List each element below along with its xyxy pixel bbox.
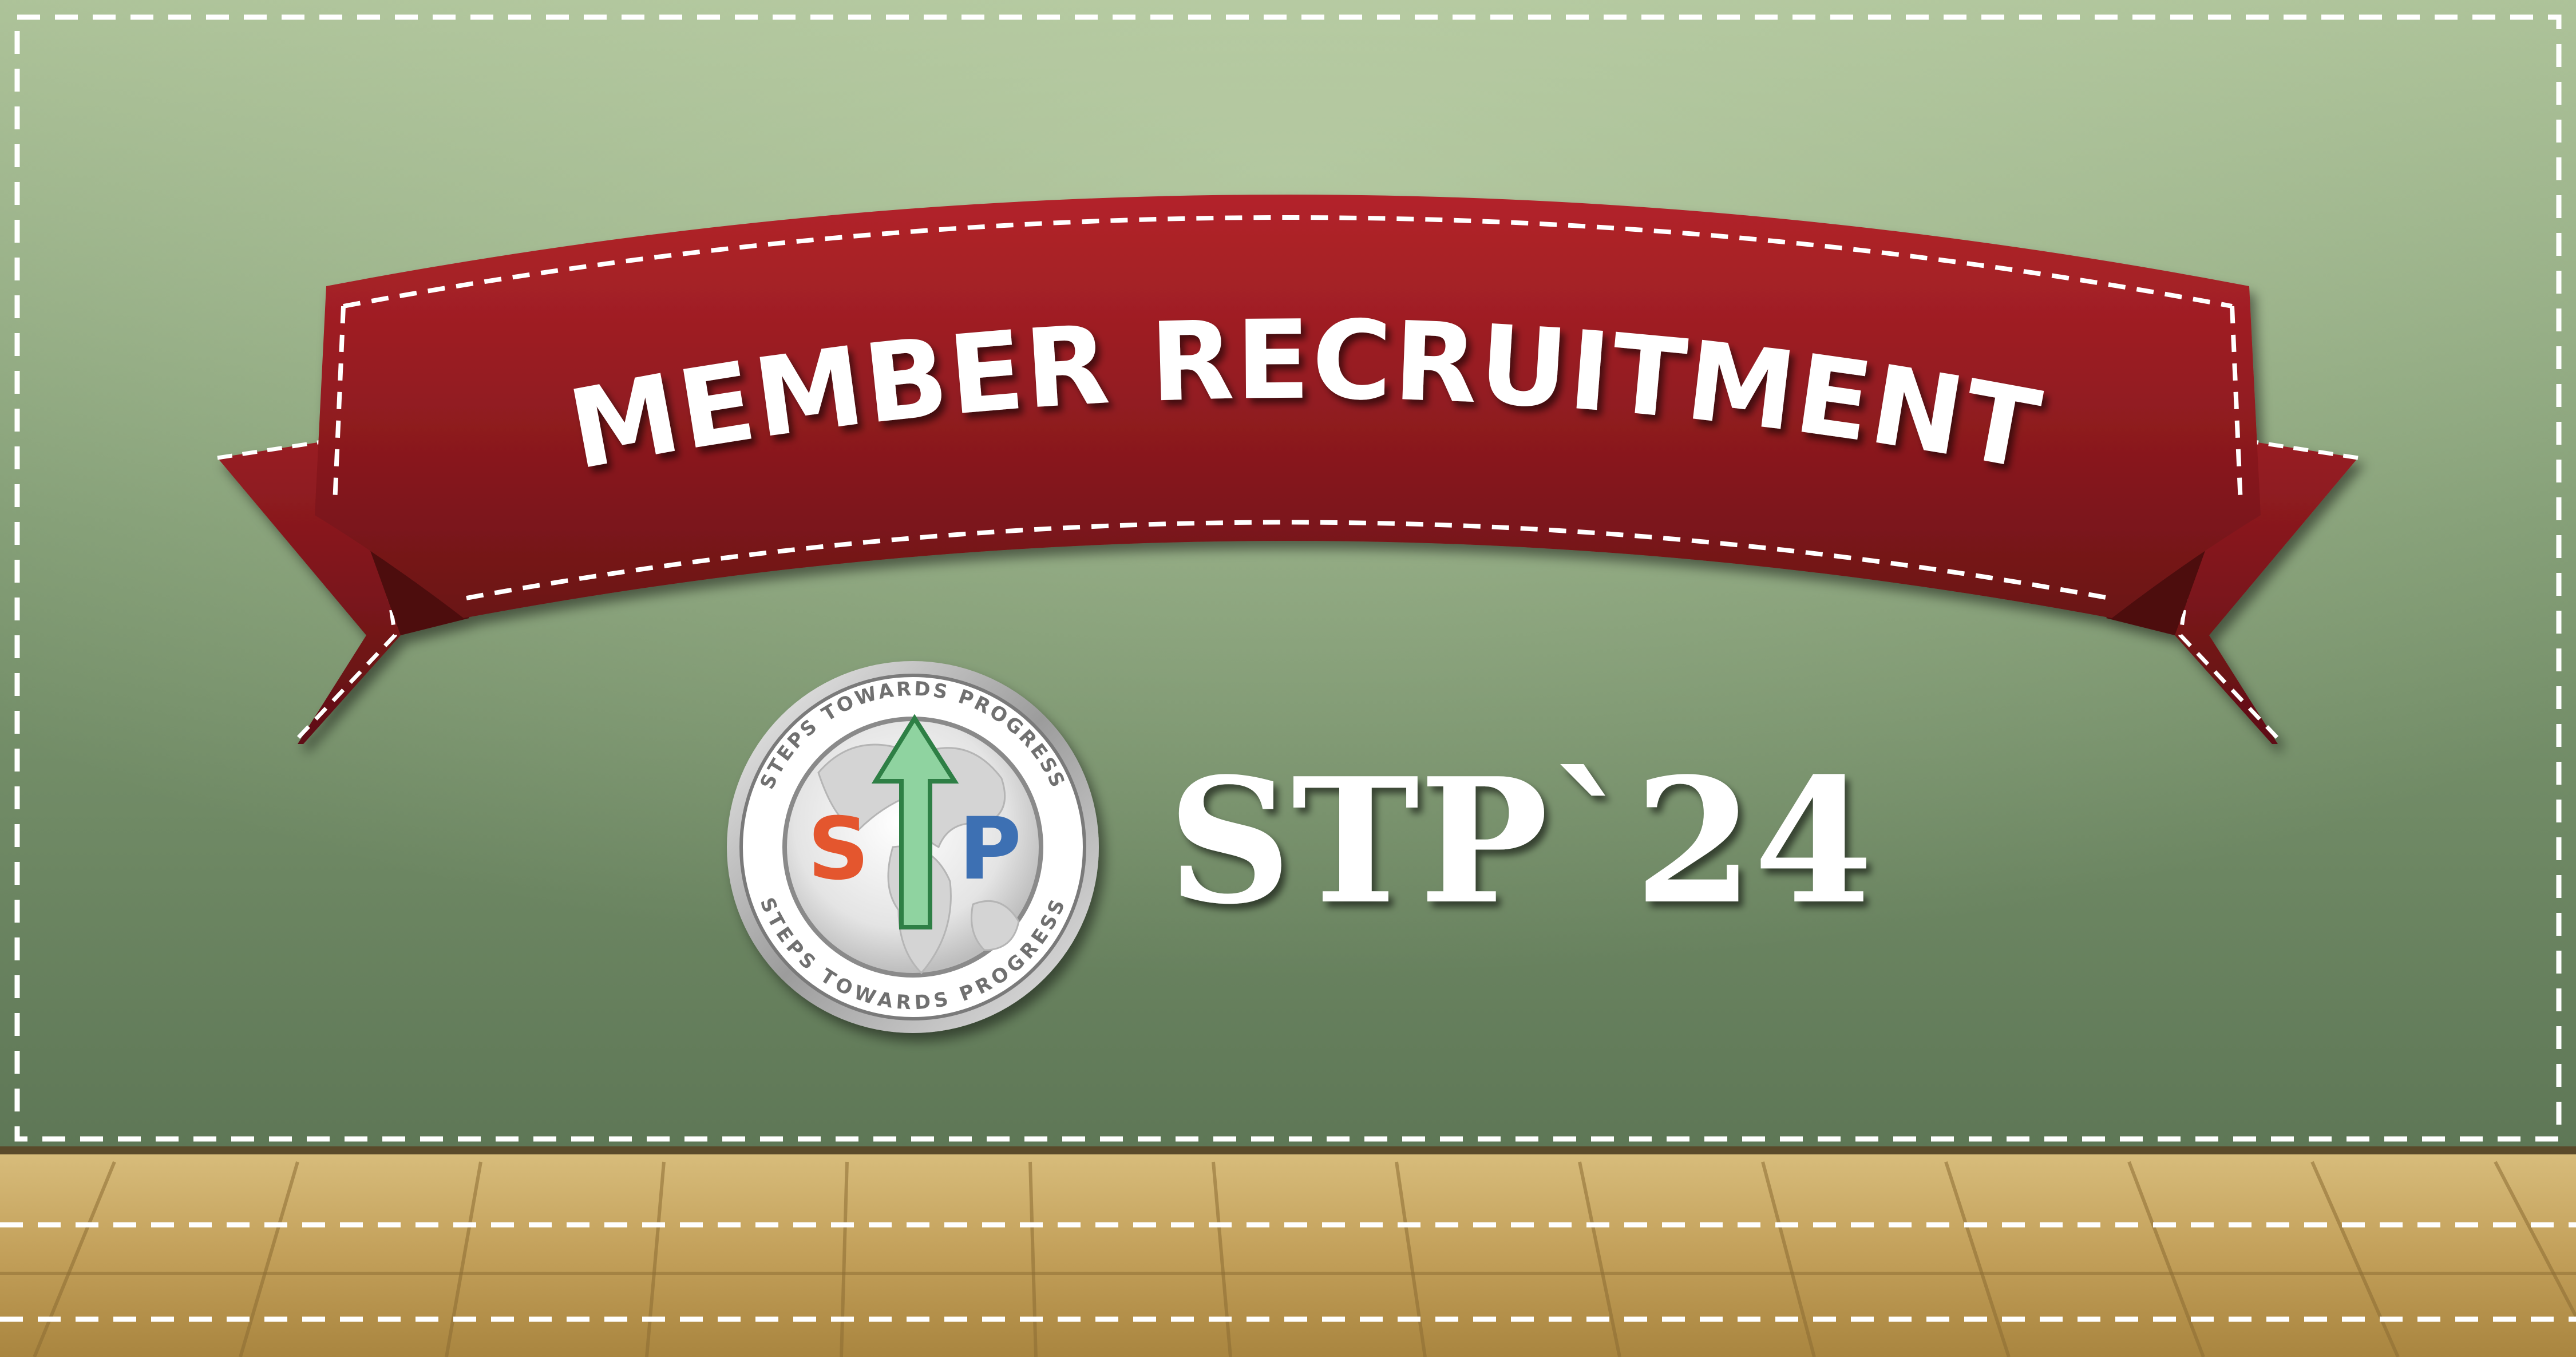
wooden-floor [0, 1146, 2576, 1357]
logo-letter-s: S [808, 800, 869, 899]
poster-artwork: MEMBER RECRUITMENT STEPS TOWARDS PROGRES… [0, 0, 2576, 1357]
logo-letter-p: P [959, 800, 1022, 899]
stp-logo: STEPS TOWARDS PROGRESS STEPS TOWARDS PRO… [727, 661, 1099, 1033]
headline-stp24: STP`24 [1168, 740, 1873, 942]
poster: MEMBER RECRUITMENT STEPS TOWARDS PROGRES… [0, 0, 2576, 1357]
